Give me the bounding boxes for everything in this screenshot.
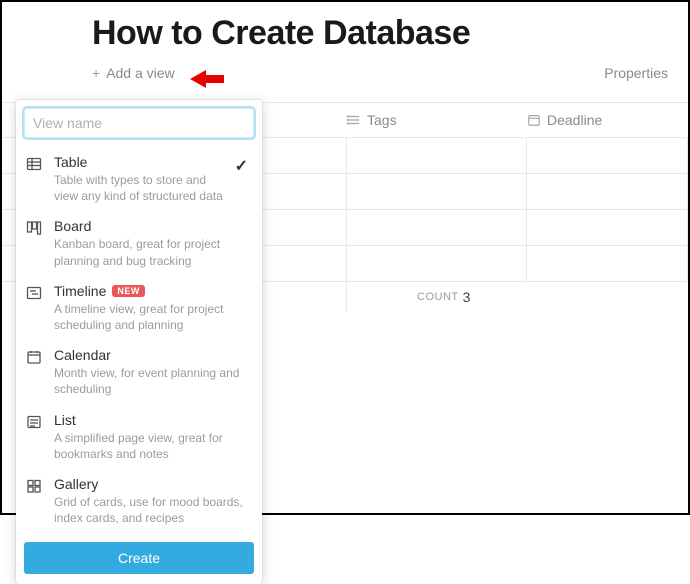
views-toolbar: + Add a view Properties bbox=[2, 53, 688, 87]
view-option-desc: Kanban board, great for project planning… bbox=[54, 236, 252, 268]
view-option-title: List bbox=[54, 412, 252, 428]
view-option-table[interactable]: Table Table with types to store and view… bbox=[24, 148, 254, 212]
list-icon bbox=[26, 412, 44, 462]
table-icon bbox=[26, 154, 44, 204]
view-option-desc: A timeline view, great for project sched… bbox=[54, 301, 252, 333]
view-option-title: Gallery bbox=[54, 476, 252, 492]
view-option-title: Calendar bbox=[54, 347, 252, 363]
view-option-timeline[interactable]: Timeline NEW A timeline view, great for … bbox=[24, 277, 254, 341]
column-header-tags[interactable]: Tags bbox=[347, 112, 527, 128]
view-option-board[interactable]: Board Kanban board, great for project pl… bbox=[24, 212, 254, 276]
create-button[interactable]: Create bbox=[24, 542, 254, 574]
view-option-title: Table bbox=[54, 154, 225, 170]
multiselect-icon bbox=[347, 113, 361, 127]
date-icon bbox=[527, 113, 541, 127]
count-label: Count bbox=[417, 291, 459, 303]
view-option-desc: Grid of cards, use for mood boards, inde… bbox=[54, 494, 252, 526]
count-value: 3 bbox=[463, 289, 471, 305]
new-badge: NEW bbox=[112, 285, 145, 297]
add-view-popover: Table Table with types to store and view… bbox=[16, 100, 262, 584]
timeline-icon bbox=[26, 283, 44, 333]
plus-icon: + bbox=[92, 65, 100, 81]
column-header-deadline[interactable]: Deadline bbox=[527, 112, 688, 128]
count-summary[interactable]: Count 3 bbox=[347, 289, 470, 305]
column-header-deadline-label: Deadline bbox=[547, 112, 602, 128]
view-option-list[interactable]: List A simplified page view, great for b… bbox=[24, 406, 254, 470]
gallery-icon bbox=[26, 476, 44, 526]
view-option-title: Timeline bbox=[54, 283, 106, 299]
view-name-input[interactable] bbox=[24, 108, 254, 138]
add-view-label: Add a view bbox=[106, 65, 174, 81]
properties-button[interactable]: Properties bbox=[604, 65, 668, 81]
view-option-gallery[interactable]: Gallery Grid of cards, use for mood boar… bbox=[24, 470, 254, 534]
view-type-list: Table Table with types to store and view… bbox=[24, 148, 254, 534]
column-header-tags-label: Tags bbox=[367, 112, 397, 128]
view-option-desc: Month view, for event planning and sched… bbox=[54, 365, 252, 397]
view-option-desc: Table with types to store and view any k… bbox=[54, 172, 225, 204]
view-option-calendar[interactable]: Calendar Month view, for event planning … bbox=[24, 341, 254, 405]
page-title: How to Create Database bbox=[2, 2, 688, 53]
board-icon bbox=[26, 218, 44, 268]
view-option-title: Board bbox=[54, 218, 252, 234]
calendar-icon bbox=[26, 347, 44, 397]
view-option-desc: A simplified page view, great for bookma… bbox=[54, 430, 252, 462]
checkmark-icon: ✓ bbox=[235, 154, 252, 204]
add-view-button[interactable]: + Add a view bbox=[92, 65, 175, 81]
